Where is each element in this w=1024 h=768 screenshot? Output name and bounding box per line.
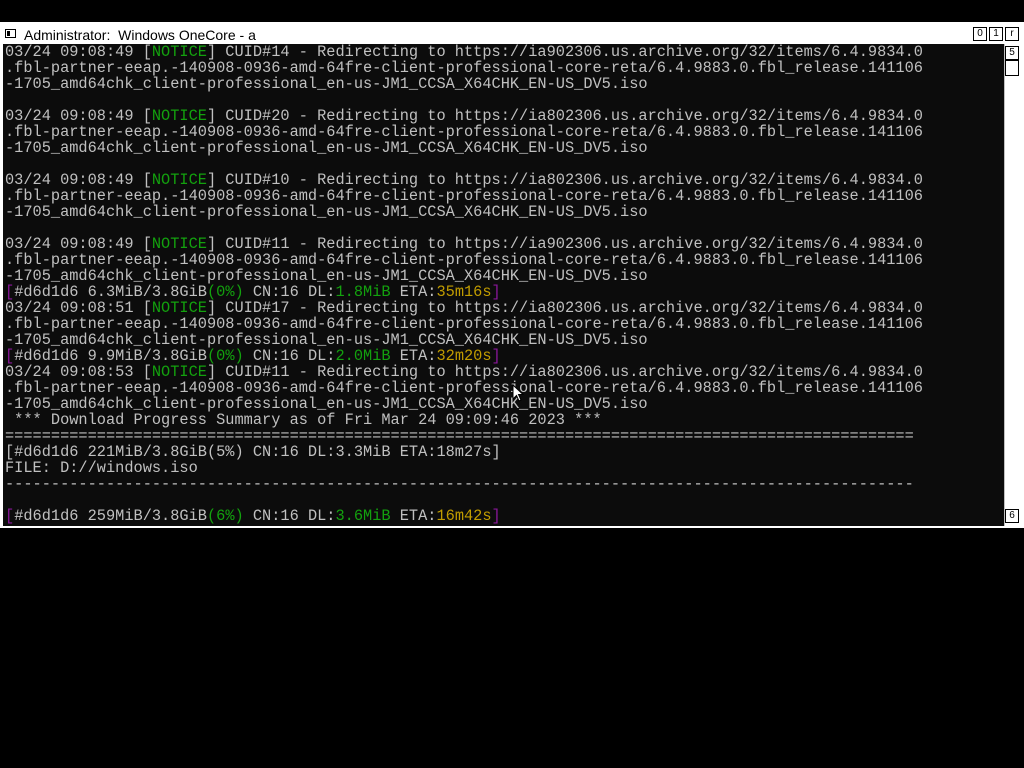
scroll-up-button[interactable]: 5 (1005, 46, 1019, 60)
console-text: 3.6MiB (335, 507, 391, 525)
console-line: -1705_amd64chk_client-professional_en-us… (3, 332, 1004, 348)
console-line: .fbl-partner-eeap.-140908-0936-amd-64fre… (3, 252, 1004, 268)
console-line: .fbl-partner-eeap.-140908-0936-amd-64fre… (3, 316, 1004, 332)
scroll-down-button[interactable]: 6 (1005, 509, 1019, 523)
console-line: 03/24 09:08:49 [NOTICE] CUID#14 - Redire… (3, 44, 1004, 60)
title-bar[interactable]: Administrator: Windows OneCore - a 0 1 r (0, 24, 1024, 44)
console-line: *** Download Progress Summary as of Fri … (3, 412, 1004, 428)
console-line: [#d6d1d6 6.3MiB/3.8GiB(0%) CN:16 DL:1.8M… (3, 284, 1004, 300)
console-line: 03/24 09:08:51 [NOTICE] CUID#17 - Redire… (3, 300, 1004, 316)
console-text: [ (5, 507, 15, 525)
console-line: ========================================… (3, 428, 1004, 444)
console-line: 03/24 09:08:53 [NOTICE] CUID#11 - Redire… (3, 364, 1004, 380)
console-text: -1705_amd64chk_client-professional_en-us… (5, 203, 648, 221)
console-line: -1705_amd64chk_client-professional_en-us… (3, 204, 1004, 220)
console-line: .fbl-partner-eeap.-140908-0936-amd-64fre… (3, 124, 1004, 140)
console-line: 03/24 09:08:49 [NOTICE] CUID#10 - Redire… (3, 172, 1004, 188)
console-line: -1705_amd64chk_client-professional_en-us… (3, 396, 1004, 412)
console-line: [#d6d1d6 221MiB/3.8GiB(5%) CN:16 DL:3.3M… (3, 444, 1004, 460)
console-text: 16m42s (436, 507, 492, 525)
console-line: -1705_amd64chk_client-professional_en-us… (3, 268, 1004, 284)
console-text: #d6d1d6 259MiB/3.8GiB (14, 507, 207, 525)
console-line: [#d6d1d6 9.9MiB/3.8GiB(0%) CN:16 DL:2.0M… (3, 348, 1004, 364)
console-text: ----------------------------------------… (5, 475, 914, 493)
console-line: 03/24 09:08:49 [NOTICE] CUID#11 - Redire… (3, 236, 1004, 252)
console-line: .fbl-partner-eeap.-140908-0936-amd-64fre… (3, 380, 1004, 396)
console-line: [#d6d1d6 259MiB/3.8GiB(6%) CN:16 DL:3.6M… (3, 508, 1004, 524)
console-output[interactable]: 03/24 09:08:49 [NOTICE] CUID#14 - Redire… (3, 44, 1004, 526)
scroll-thumb[interactable] (1005, 60, 1019, 76)
console-line: .fbl-partner-eeap.-140908-0936-amd-64fre… (3, 188, 1004, 204)
console-line: 03/24 09:08:49 [NOTICE] CUID#20 - Redire… (3, 108, 1004, 124)
console-text: ] (491, 507, 501, 525)
window-controls: 0 1 r (973, 27, 1019, 41)
close-button[interactable]: r (1005, 27, 1019, 41)
console-text: CN:16 DL: (243, 507, 336, 525)
console-text: -1705_amd64chk_client-professional_en-us… (5, 139, 648, 157)
minimize-button[interactable]: 0 (973, 27, 987, 41)
console-text: -1705_amd64chk_client-professional_en-us… (5, 75, 648, 93)
console-text: ETA: (390, 507, 437, 525)
system-menu-icon[interactable] (5, 29, 16, 38)
maximize-button[interactable]: 1 (989, 27, 1003, 41)
window-title: Administrator: Windows OneCore - a (24, 27, 256, 43)
console-line: FILE: D://windows.iso (3, 460, 1004, 476)
console-line: ----------------------------------------… (3, 476, 1004, 492)
vertical-scrollbar[interactable] (1004, 44, 1020, 526)
console-text: (6%) (206, 507, 244, 525)
console-line: -1705_amd64chk_client-professional_en-us… (3, 76, 1004, 92)
console-line: -1705_amd64chk_client-professional_en-us… (3, 140, 1004, 156)
console-line: .fbl-partner-eeap.-140908-0936-amd-64fre… (3, 60, 1004, 76)
mouse-cursor-icon (512, 384, 525, 402)
